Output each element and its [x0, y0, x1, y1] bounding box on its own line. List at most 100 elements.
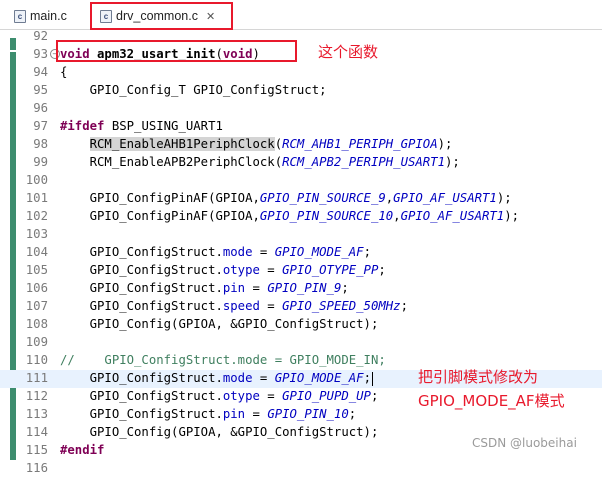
line-number: 94: [33, 65, 48, 79]
code-token: );: [504, 209, 520, 223]
code-token: ;: [370, 389, 379, 403]
code-token: mode: [222, 371, 253, 385]
line-number: 113: [25, 407, 48, 421]
code-token: =: [245, 407, 268, 421]
c-file-icon: c: [14, 9, 26, 23]
code-token: ;: [348, 407, 357, 421]
code-token: GPIO_ConfigStruct.: [60, 389, 223, 403]
line-number: 112: [25, 389, 48, 403]
code-line[interactable]: 94 {: [0, 64, 602, 82]
code-line[interactable]: 109: [0, 334, 602, 352]
code-token: GPIO_PIN_9: [267, 281, 342, 295]
line-number: 100: [25, 173, 48, 187]
code-token: GPIO_ConfigStruct.: [60, 245, 223, 259]
line-number: 93: [33, 47, 48, 61]
code-token: GPIO_Config(GPIOA, &GPIO_ConfigStruct);: [60, 425, 379, 439]
code-token: pin: [222, 407, 246, 421]
code-line[interactable]: 105 GPIO_ConfigStruct.otype = GPIO_OTYPE…: [0, 262, 602, 280]
code-line[interactable]: 99 RCM_EnableAPB2PeriphClock(RCM_APB2_PE…: [0, 154, 602, 172]
code-text: GPIO_ConfigStruct.pin = GPIO_PIN_10;: [60, 407, 357, 421]
code-line[interactable]: 108 GPIO_Config(GPIOA, &GPIO_ConfigStruc…: [0, 316, 602, 334]
code-token: ;: [363, 245, 371, 259]
editor-tab-bar: c main.c c drv_common.c ✕: [0, 0, 602, 30]
tab-label: main.c: [30, 9, 67, 23]
code-line[interactable]: 104 GPIO_ConfigStruct.mode = GPIO_MODE_A…: [0, 244, 602, 262]
code-line[interactable]: 97 #ifdef BSP_USING_UART1: [0, 118, 602, 136]
line-number: 106: [25, 281, 48, 295]
line-number: 97: [33, 119, 48, 133]
code-token: ;: [378, 263, 386, 277]
line-number: 115: [25, 443, 48, 457]
code-text: #ifdef BSP_USING_UART1: [60, 119, 223, 133]
line-number: 102: [25, 209, 48, 223]
code-token: ;: [400, 299, 408, 313]
code-line[interactable]: 100: [0, 172, 602, 190]
line-number: 99: [33, 155, 48, 169]
code-text: // GPIO_ConfigStruct.mode = GPIO_MODE_IN…: [60, 353, 386, 367]
tab-highlight-box: [90, 2, 233, 30]
code-line[interactable]: 96: [0, 100, 602, 118]
code-token: #ifdef: [60, 119, 105, 133]
code-token: GPIO_ConfigStruct.: [60, 281, 223, 295]
watermark: CSDN @luobeihai: [472, 436, 577, 450]
code-token: GPIO_PUPD_UP: [282, 389, 371, 403]
code-token: GPIO_ConfigStruct.: [60, 263, 223, 277]
code-token: =: [259, 263, 283, 277]
code-text: GPIO_Config(GPIOA, &GPIO_ConfigStruct);: [60, 317, 379, 331]
code-text: GPIO_ConfigStruct.speed = GPIO_SPEED_50M…: [60, 299, 408, 313]
code-token: #endif: [60, 443, 105, 457]
code-line[interactable]: 98 RCM_EnableAHB1PeriphClock(RCM_AHB1_PE…: [0, 136, 602, 154]
tab-main-c[interactable]: c main.c: [14, 5, 67, 27]
code-line[interactable]: 102 GPIO_ConfigPinAF(GPIOA,GPIO_PIN_SOUR…: [0, 208, 602, 226]
code-token: );: [437, 137, 453, 151]
code-token: RCM_EnableAPB2PeriphClock(: [60, 155, 283, 169]
line-number: 116: [25, 461, 48, 475]
code-text: GPIO_ConfigStruct.pin = GPIO_PIN_9;: [60, 281, 349, 295]
code-line[interactable]: 107 GPIO_ConfigStruct.speed = GPIO_SPEED…: [0, 298, 602, 316]
code-token: GPIO_ConfigStruct.: [60, 407, 223, 421]
code-token: );: [496, 191, 512, 205]
line-number: 98: [33, 137, 48, 151]
code-token: ;: [363, 371, 371, 385]
code-text: GPIO_ConfigStruct.otype = GPIO_PUPD_UP;: [60, 389, 379, 403]
code-token: speed: [222, 299, 260, 313]
code-token: GPIO_PIN_10: [267, 407, 349, 421]
code-line[interactable]: 101 GPIO_ConfigPinAF(GPIOA,GPIO_PIN_SOUR…: [0, 190, 602, 208]
code-token: (: [274, 137, 283, 151]
code-token: GPIO_PIN_SOURCE_9: [259, 191, 386, 205]
code-token: GPIO_MODE_AF: [274, 245, 364, 259]
code-text: GPIO_ConfigPinAF(GPIOA,GPIO_PIN_SOURCE_9…: [60, 191, 512, 205]
code-line[interactable]: 95 GPIO_Config_T GPIO_ConfigStruct;: [0, 82, 602, 100]
line-number: 95: [33, 83, 48, 97]
code-token: BSP_USING_UART1: [104, 119, 223, 133]
code-token: =: [252, 245, 275, 259]
code-text: GPIO_ConfigStruct.mode = GPIO_MODE_AF;: [60, 371, 373, 386]
code-text: GPIO_Config_T GPIO_ConfigStruct;: [60, 83, 327, 97]
code-line[interactable]: 116: [0, 460, 602, 478]
code-token: =: [252, 371, 275, 385]
code-token: GPIO_SPEED_50MHz: [282, 299, 401, 313]
code-token: GPIO_AF_USART1: [400, 209, 505, 223]
code-token: RCM_AHB1_PERIPH_GPIOA: [282, 137, 438, 151]
code-token: =: [259, 299, 283, 313]
line-number: 96: [33, 101, 48, 115]
function-annotation: 这个函数: [318, 43, 379, 61]
line-number: 114: [25, 425, 48, 439]
code-line[interactable]: 103: [0, 226, 602, 244]
code-token: mode: [222, 245, 253, 259]
pin-mode-annotation-line1: 把引脚模式修改为: [418, 368, 539, 386]
code-token: GPIO_ConfigStruct.: [60, 371, 223, 385]
code-text: RCM_EnableAPB2PeriphClock(RCM_APB2_PERIP…: [60, 155, 460, 169]
code-line[interactable]: 106 GPIO_ConfigStruct.pin = GPIO_PIN_9;: [0, 280, 602, 298]
code-token: GPIO_PIN_SOURCE_10: [259, 209, 394, 223]
line-number: 107: [25, 299, 48, 313]
code-token: );: [444, 155, 460, 169]
line-number: 109: [25, 335, 48, 349]
line-number: 111: [25, 371, 48, 385]
code-text: #endif: [60, 443, 104, 457]
line-number: 92: [33, 29, 48, 43]
pin-mode-annotation-line2: GPIO_MODE_AF模式: [418, 392, 565, 410]
text-caret: [371, 371, 373, 386]
code-token: RCM_APB2_PERIPH_USART1: [282, 155, 445, 169]
